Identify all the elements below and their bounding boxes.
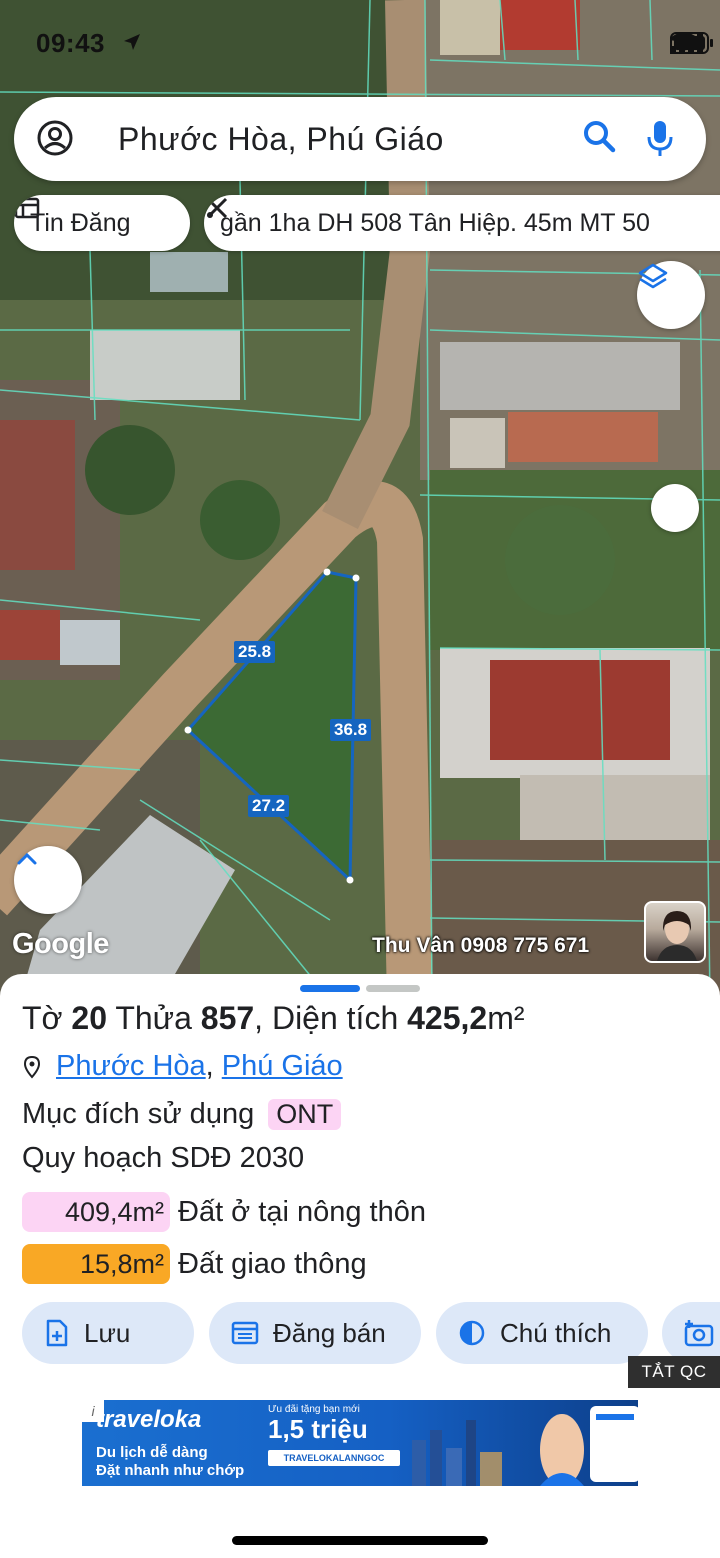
- measure-tools-icon: [206, 197, 228, 219]
- ad-amount: 1,5 triệu: [268, 1414, 368, 1444]
- post-sale-button[interactable]: Đăng bán: [209, 1302, 421, 1364]
- measurement-side-a: 25.8: [234, 641, 276, 663]
- chip-listing-title[interactable]: gần 1ha DH 508 Tân Hiệp. 45m MT 50: [204, 195, 720, 251]
- google-logo: Google: [12, 928, 109, 960]
- add-document-icon: [46, 1319, 68, 1347]
- compass-button[interactable]: [651, 484, 699, 532]
- location-separator: ,: [205, 1050, 214, 1082]
- zone-row: 409,4m² Đất ở tại nông thôn: [22, 1192, 426, 1232]
- ad-city-image: [412, 1406, 638, 1486]
- plot-number: 857: [200, 1000, 255, 1036]
- ad-line-1: Du lịch dễ dàng: [96, 1444, 208, 1461]
- plan-label: Quy hoạch SDĐ 2030: [22, 1142, 305, 1174]
- microphone-icon[interactable]: [646, 119, 686, 159]
- measurement-side-c: 27.2: [248, 795, 290, 817]
- chevron-up-icon: [17, 852, 37, 865]
- plot-prefix: Thửa: [115, 1000, 192, 1036]
- ad-brand: traveloka: [96, 1406, 202, 1433]
- chip-listing-title-label: gần 1ha DH 508 Tân Hiệp. 45m MT 50: [220, 208, 650, 237]
- search-bar[interactable]: Phước Hòa, Phú Giáo: [14, 97, 706, 181]
- search-icon[interactable]: [582, 119, 622, 159]
- hide-ads-button[interactable]: TẮT QC: [628, 1356, 720, 1388]
- chip-listings[interactable]: Tin Đăng: [14, 195, 190, 251]
- add-photo-icon: [684, 1320, 714, 1347]
- ward-link[interactable]: Phước Hòa: [56, 1050, 206, 1083]
- listing-icon: [231, 1321, 259, 1345]
- status-bar: 09:43: [0, 28, 720, 60]
- contrast-icon: [459, 1320, 485, 1346]
- account-icon[interactable]: [36, 119, 76, 159]
- ad-code: TRAVELOKALANNGOC: [268, 1450, 400, 1466]
- ad-line-2: Đặt nhanh như chớp: [96, 1462, 245, 1479]
- legend-button[interactable]: Chú thích: [436, 1302, 648, 1364]
- expand-up-button[interactable]: [14, 846, 82, 914]
- layers-icon: [638, 263, 668, 289]
- area-value: 425,2: [407, 1000, 488, 1036]
- search-input[interactable]: Phước Hòa, Phú Giáo: [118, 121, 444, 158]
- parcel-info-sheet[interactable]: Tờ 20 Thửa 857, Diện tích 425,2m² Phước …: [0, 974, 720, 1558]
- save-button[interactable]: Lưu: [22, 1302, 194, 1364]
- home-indicator[interactable]: [232, 1536, 488, 1545]
- layers-button[interactable]: [637, 261, 705, 329]
- zone-row: 15,8m² Đất giao thông: [22, 1244, 367, 1284]
- parcel-title: Tờ 20 Thửa 857, Diện tích 425,2m²: [22, 1000, 525, 1036]
- agent-watermark: Thu Vân 0908 775 671: [372, 934, 590, 957]
- parcel-location: Phước Hòa, Phú Giáo: [22, 1050, 343, 1083]
- listing-icon: [14, 197, 40, 219]
- location-pin-icon: [23, 1055, 41, 1079]
- status-time: 09:43: [36, 28, 105, 58]
- zone-area-badge: 15,8m²: [22, 1244, 170, 1284]
- chip-listings-label: Tin Đăng: [30, 208, 131, 237]
- legend-label: Chú thích: [500, 1317, 612, 1348]
- area-unit: m²: [487, 1000, 525, 1036]
- zone-label: Đất giao thông: [178, 1247, 367, 1280]
- sheet-prefix: Tờ: [22, 1000, 63, 1036]
- sheet-handle-active[interactable]: [300, 985, 360, 992]
- post-sale-label: Đăng bán: [273, 1317, 386, 1348]
- sheet-handle[interactable]: [366, 985, 420, 992]
- ad-banner[interactable]: i traveloka Du lịch dễ dàng Đặt nhanh nh…: [82, 1400, 638, 1486]
- purpose-code-badge: ONT: [268, 1099, 342, 1130]
- add-photo-button[interactable]: [662, 1302, 720, 1364]
- district-link[interactable]: Phú Giáo: [222, 1050, 343, 1083]
- purpose-label: Mục đích sử dụng: [22, 1098, 255, 1130]
- agent-avatar[interactable]: [644, 901, 706, 963]
- land-purpose: Mục đích sử dụng ONT: [22, 1098, 342, 1131]
- zone-label: Đất ở tại nông thôn: [178, 1195, 426, 1228]
- sheet-number: 20: [71, 1000, 108, 1036]
- area-prefix: Diện tích: [271, 1000, 399, 1036]
- save-label: Lưu: [84, 1317, 131, 1348]
- zone-area-badge: 409,4m²: [22, 1192, 170, 1232]
- measurement-side-b: 36.8: [330, 719, 372, 741]
- map-view[interactable]: 25.8 36.8 27.2 09:43 Phước Hòa, Phú Giáo: [0, 0, 720, 1000]
